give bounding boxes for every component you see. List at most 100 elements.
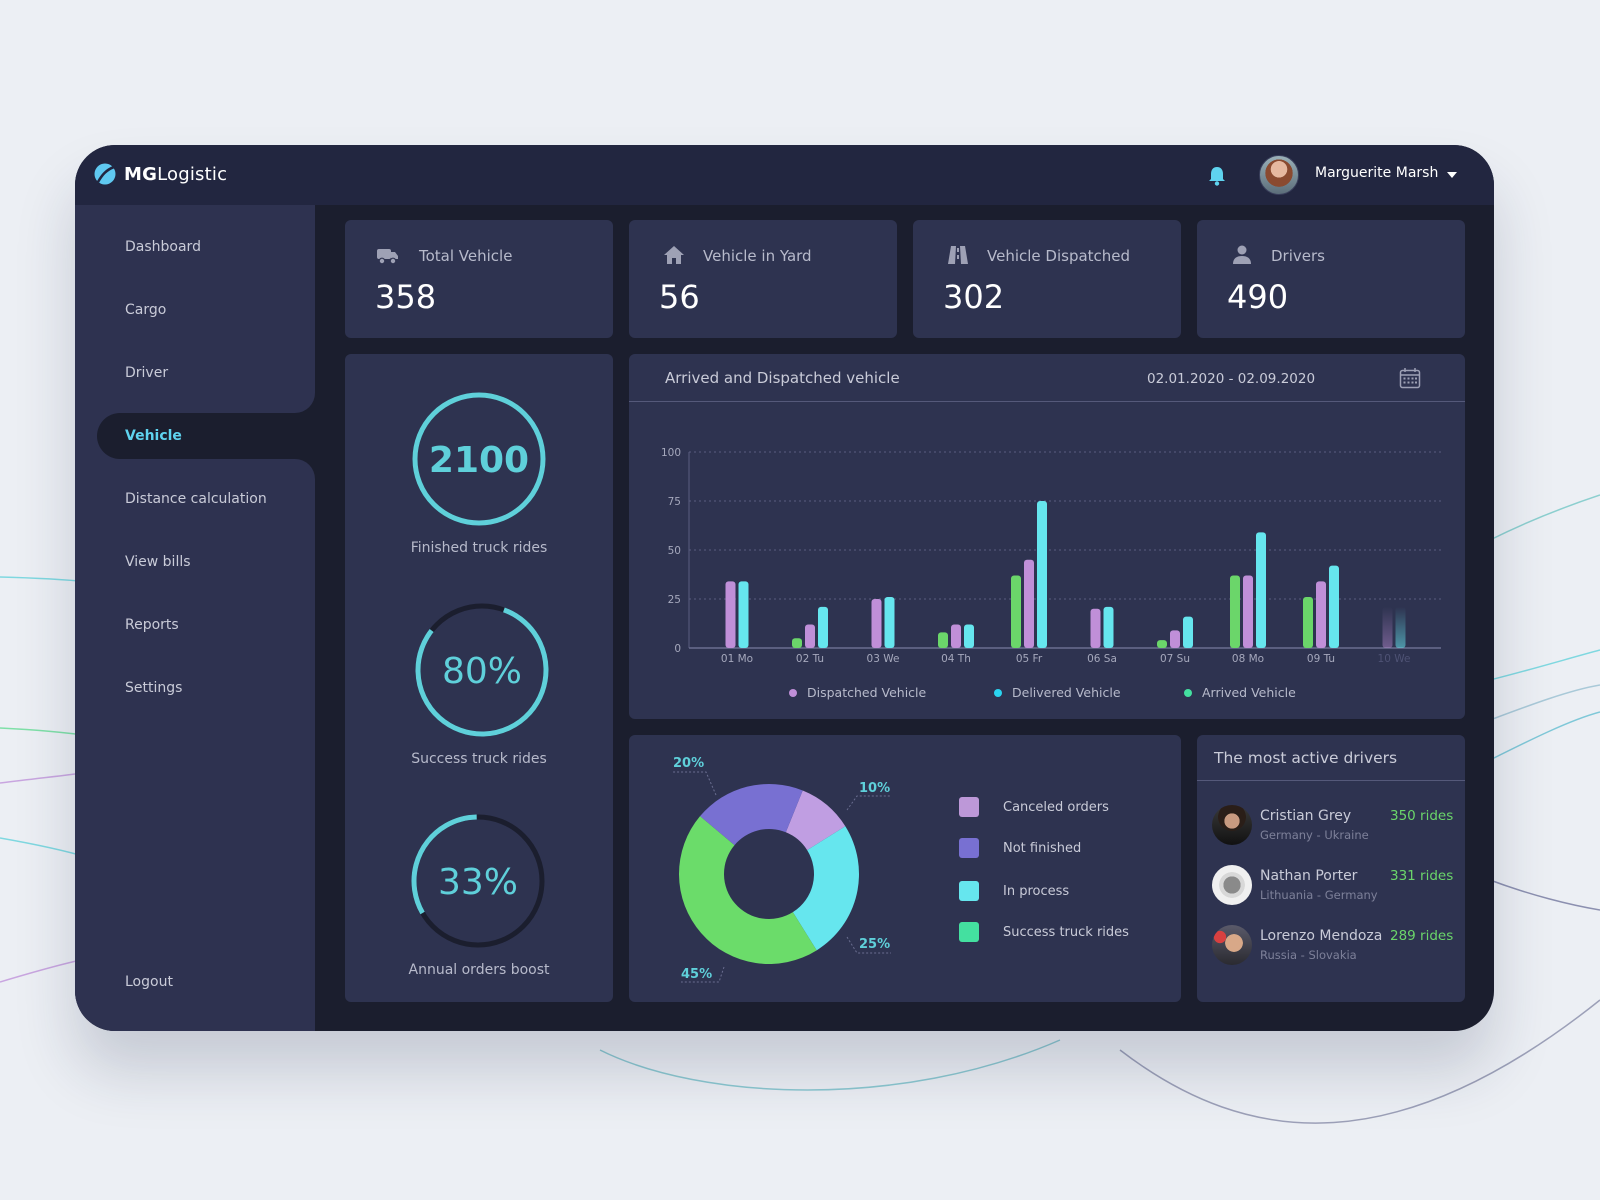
logo[interactable]: MGLogistic <box>94 163 227 185</box>
y-tick-label: 100 <box>661 447 681 459</box>
stat-card-vehicle-in-yard[interactable]: Vehicle in Yard 56 <box>629 220 897 338</box>
legend-label: In process <box>1003 883 1070 899</box>
sidebar-item-cargo[interactable]: Cargo <box>125 302 166 318</box>
driver-rides: 350 rides <box>1390 808 1454 824</box>
sidebar: Dashboard Cargo Driver Vehicle Distance … <box>75 205 315 1031</box>
y-tick-label: 75 <box>668 496 681 508</box>
sidebar-item-driver[interactable]: Driver <box>125 365 168 381</box>
bar-arrived[interactable] <box>1011 575 1021 648</box>
bar-delivered[interactable] <box>884 597 895 648</box>
driver-avatar <box>1212 865 1252 905</box>
notification-bell-icon[interactable] <box>1207 165 1227 187</box>
bar-dispatched[interactable] <box>1024 559 1034 648</box>
slice-percent-label: 25% <box>859 937 890 952</box>
rides-summary-card: 2100 Finished truck rides 80% Success tr… <box>345 354 613 1002</box>
bar-dispatched[interactable] <box>805 624 815 648</box>
stat-value: 358 <box>375 278 437 316</box>
driver-rides: 289 rides <box>1390 928 1454 944</box>
driver-row[interactable]: Nathan Porter Lithuania - Germany 331 ri… <box>1212 865 1462 907</box>
legend-label: Canceled orders <box>1003 799 1109 815</box>
bar-arrived[interactable] <box>792 638 802 648</box>
progress-ring: 33% <box>411 814 545 948</box>
user-name[interactable]: Marguerite Marsh <box>1315 165 1438 181</box>
x-tick-label: 03 We <box>867 653 900 665</box>
bar-delivered[interactable] <box>1329 565 1339 648</box>
stat-label: Vehicle Dispatched <box>987 247 1131 265</box>
bar-dispatched[interactable] <box>1090 608 1101 648</box>
x-tick-label: 01 Mo <box>721 653 753 665</box>
x-tick-label: 08 Mo <box>1232 653 1264 665</box>
stat-value: 302 <box>943 278 1005 316</box>
stat-value: 56 <box>659 278 700 316</box>
sidebar-item-view-bills[interactable]: View bills <box>125 554 191 570</box>
progress-ring: 80% <box>415 603 549 737</box>
bar-delivered[interactable] <box>1256 532 1266 648</box>
bar-dispatched[interactable] <box>725 581 736 648</box>
bar-dispatched[interactable] <box>871 599 882 648</box>
orders-donut-card: 10% 25% 45% 20% Canceled orders Not finishe… <box>629 735 1181 1002</box>
app-window: MGLogistic Marguerite Marsh Dashboard Ca… <box>75 145 1494 1031</box>
sidebar-item-dashboard[interactable]: Dashboard <box>125 239 201 255</box>
driver-route: Russia - Slovakia <box>1260 948 1357 962</box>
legend-label: Dispatched Vehicle <box>807 685 927 700</box>
bar-dispatched[interactable] <box>1316 581 1326 648</box>
ring-value: 33% <box>438 862 518 903</box>
sidebar-item-settings[interactable]: Settings <box>125 680 182 696</box>
road-icon <box>948 246 968 264</box>
driver-row[interactable]: Cristian Grey Germany - Ukraine 350 ride… <box>1212 805 1462 847</box>
home-icon <box>664 246 684 264</box>
bar-delivered[interactable] <box>964 624 974 648</box>
ring-annual: 33% Annual orders boost <box>345 812 613 978</box>
bar-dispatched[interactable] <box>1243 575 1253 648</box>
slice-success-truck-rides[interactable] <box>679 816 817 964</box>
sidebar-item-distance-calculation[interactable]: Distance calculation <box>125 491 267 507</box>
user-avatar[interactable] <box>1259 155 1299 195</box>
user-icon <box>1233 245 1251 264</box>
bar-arrived[interactable] <box>1157 640 1167 648</box>
driver-row[interactable]: Lorenzo Mendoza Russia - Slovakia 289 ri… <box>1212 925 1462 967</box>
bar-delivered[interactable] <box>1103 606 1114 648</box>
x-tick-label: 05 Fr <box>1016 653 1043 665</box>
stat-card-drivers[interactable]: Drivers 490 <box>1197 220 1465 338</box>
sidebar-item-reports[interactable]: Reports <box>125 617 179 633</box>
slice-percent-label: 20% <box>673 756 704 771</box>
logout-link[interactable]: Logout <box>125 974 173 990</box>
bar-dispatched[interactable] <box>1170 630 1180 648</box>
bar-delivered[interactable] <box>1183 616 1193 648</box>
bar-delivered[interactable] <box>1037 501 1047 648</box>
slice-percent-label: 45% <box>681 967 712 982</box>
driver-name: Nathan Porter <box>1260 868 1358 884</box>
slice-percent-label: 10% <box>859 781 890 796</box>
ring-value: 2100 <box>429 440 529 481</box>
logo-icon <box>94 163 116 185</box>
bar-arrived[interactable] <box>938 632 948 648</box>
legend-swatch <box>959 838 979 858</box>
y-tick-label: 25 <box>668 594 681 606</box>
bar-delivered[interactable] <box>738 581 749 648</box>
legend-label: Arrived Vehicle <box>1202 685 1296 700</box>
stat-value: 490 <box>1227 278 1289 316</box>
driver-route: Lithuania - Germany <box>1260 888 1378 902</box>
bar-delivered[interactable] <box>1395 606 1406 648</box>
bar-arrived[interactable] <box>1230 575 1240 648</box>
progress-ring: 2100 <box>412 392 546 526</box>
sidebar-item-vehicle[interactable]: Vehicle <box>125 428 182 444</box>
stat-card-vehicle-dispatched[interactable]: Vehicle Dispatched 302 <box>913 220 1181 338</box>
legend-swatch <box>959 797 979 817</box>
bar-dispatched[interactable] <box>951 624 961 648</box>
bar-dispatched[interactable] <box>1382 606 1393 648</box>
donut-chart: 10% 25% 45% 20% <box>673 756 891 983</box>
ring-caption: Annual orders boost <box>408 962 550 978</box>
x-tick-label: 07 Su <box>1160 653 1190 665</box>
ring-value: 80% <box>442 651 522 692</box>
stat-card-total-vehicle[interactable]: Total Vehicle 358 <box>345 220 613 338</box>
user-menu-caret-icon[interactable] <box>1447 172 1457 178</box>
driver-rides: 331 rides <box>1390 868 1454 884</box>
legend-item-delivered: Delivered Vehicle <box>994 685 1121 700</box>
bar-delivered[interactable] <box>818 606 828 648</box>
driver-name: Lorenzo Mendoza <box>1260 928 1383 944</box>
bar-arrived[interactable] <box>1303 597 1313 648</box>
legend-item-arrived: Arrived Vehicle <box>1184 685 1296 700</box>
legend-dot <box>1184 688 1192 697</box>
stat-label: Total Vehicle <box>419 247 513 265</box>
